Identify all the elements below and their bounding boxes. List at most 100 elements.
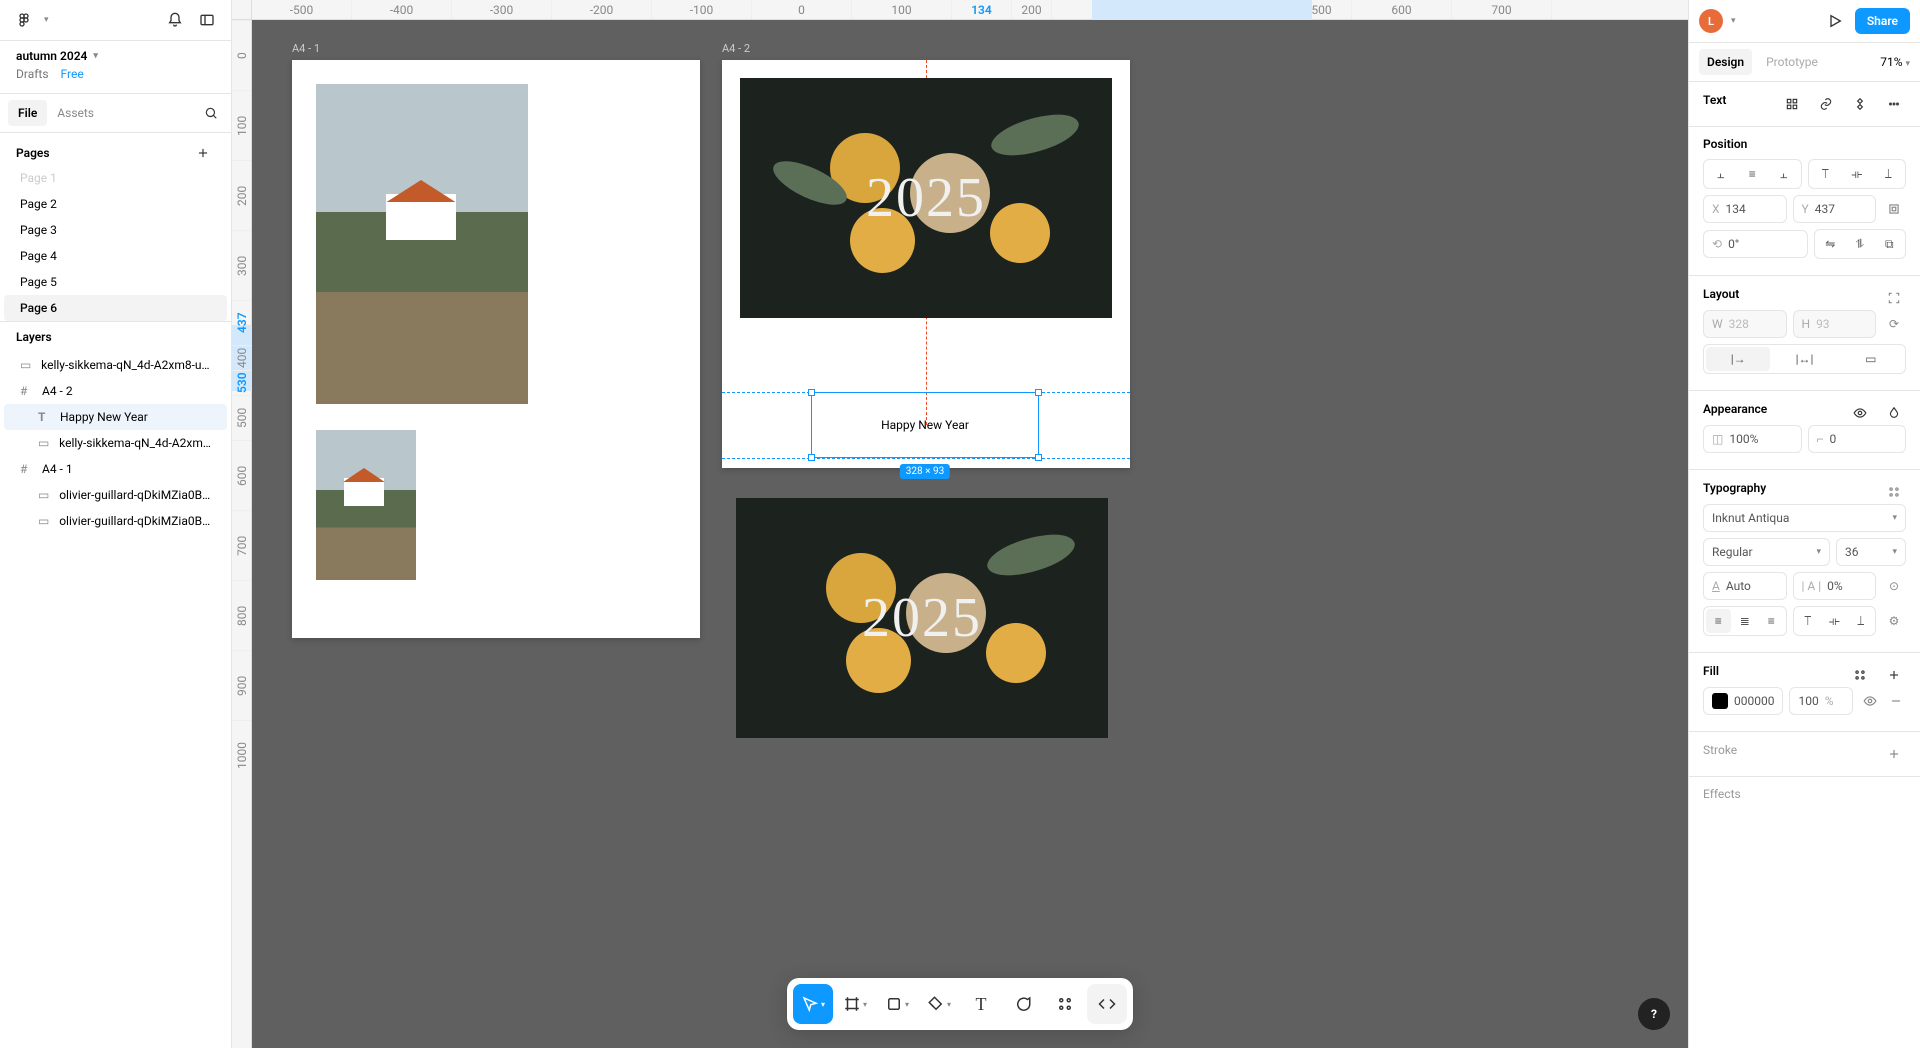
canvas[interactable]: -500 -400 -300 -200 -100 0 100 134 200 3… bbox=[232, 0, 1688, 1048]
layer-frame[interactable]: #A4 - 1 bbox=[4, 456, 227, 482]
align-right-icon[interactable]: ⫠ bbox=[1769, 162, 1799, 186]
mode-design[interactable]: Design bbox=[1699, 49, 1752, 75]
component-icon[interactable] bbox=[1848, 92, 1872, 116]
search-icon[interactable] bbox=[199, 101, 223, 125]
text-align-middle-icon[interactable]: ⟛ bbox=[1822, 609, 1847, 633]
canvas-image[interactable] bbox=[316, 84, 528, 404]
resize-handle[interactable] bbox=[1035, 454, 1042, 461]
text-align-bottom-icon[interactable]: ⟘ bbox=[1849, 609, 1874, 633]
tool-actions[interactable] bbox=[1045, 984, 1085, 1024]
align-top-icon[interactable]: ⟙ bbox=[1811, 162, 1841, 186]
avatar[interactable]: L bbox=[1699, 9, 1723, 33]
project-location[interactable]: Drafts bbox=[16, 67, 49, 81]
align-h-center-icon[interactable]: ≡ bbox=[1738, 162, 1768, 186]
frame-label[interactable]: A4 - 2 bbox=[722, 42, 750, 55]
type-details-icon[interactable]: ⚙ bbox=[1882, 609, 1906, 633]
resize-handle[interactable] bbox=[808, 389, 815, 396]
fill-color-field[interactable]: 000000 bbox=[1703, 687, 1783, 715]
page-item[interactable]: Page 2 bbox=[4, 191, 227, 217]
more-icon[interactable] bbox=[1882, 92, 1906, 116]
snap-grid-icon[interactable] bbox=[1780, 92, 1804, 116]
tool-text[interactable]: T bbox=[961, 984, 1001, 1024]
frame-a4-2[interactable]: A4 - 2 2025 Happy New Year bbox=[722, 60, 1130, 468]
link-dim-icon[interactable]: ⟳ bbox=[1882, 312, 1906, 336]
tool-devmode[interactable] bbox=[1087, 984, 1127, 1024]
type-settings-icon[interactable] bbox=[1882, 480, 1906, 504]
font-family-field[interactable]: Inknut Antiqua▾ bbox=[1703, 504, 1906, 532]
page-item[interactable]: Page 6 bbox=[4, 295, 227, 321]
figma-logo-icon[interactable] bbox=[12, 8, 36, 32]
fixed-width-icon[interactable]: ▭ bbox=[1839, 347, 1903, 371]
selected-text-layer[interactable]: Happy New Year 328 × 93 bbox=[811, 392, 1039, 458]
align-bottom-icon[interactable]: ⟘ bbox=[1874, 162, 1904, 186]
project-name[interactable]: autumn 2024▾ bbox=[16, 49, 215, 63]
tab-assets[interactable]: Assets bbox=[47, 100, 104, 126]
height-field[interactable]: H93 bbox=[1793, 310, 1877, 338]
y-field[interactable]: Y437 bbox=[1793, 195, 1877, 223]
visibility-icon[interactable] bbox=[1848, 401, 1872, 425]
type-more-icon[interactable]: ⊙ bbox=[1882, 574, 1906, 598]
bell-icon[interactable] bbox=[163, 8, 187, 32]
text-align-right-icon[interactable]: ≡ bbox=[1759, 609, 1784, 633]
layer-image[interactable]: ▭olivier-guillard-qDkiMZia0BE-… bbox=[4, 482, 227, 508]
styles-icon[interactable] bbox=[1848, 663, 1872, 687]
canvas-image-2025[interactable]: 2025 bbox=[740, 78, 1112, 318]
line-height-field[interactable]: AAuto bbox=[1703, 572, 1787, 600]
layer-image[interactable]: ▭kelly-sikkema-qN_4d-A2xm8-… bbox=[4, 430, 227, 456]
add-stroke-icon[interactable] bbox=[1882, 742, 1906, 766]
font-size-field[interactable]: 36▾ bbox=[1836, 538, 1906, 566]
tool-move[interactable]: ▾ bbox=[793, 984, 833, 1024]
font-weight-field[interactable]: Regular▾ bbox=[1703, 538, 1830, 566]
layer-frame[interactable]: #A4 - 2 bbox=[4, 378, 227, 404]
tool-comment[interactable] bbox=[1003, 984, 1043, 1024]
help-button[interactable]: ? bbox=[1638, 998, 1670, 1030]
align-left-icon[interactable]: ⫠ bbox=[1706, 162, 1736, 186]
layer-image[interactable]: ▭olivier-guillard-qDkiMZia0BE-… bbox=[4, 508, 227, 534]
page-item[interactable]: Page 3 bbox=[4, 217, 227, 243]
stage[interactable]: A4 - 1 A4 - 2 bbox=[252, 20, 1688, 1048]
resize-handle[interactable] bbox=[1035, 389, 1042, 396]
width-field[interactable]: W328 bbox=[1703, 310, 1787, 338]
frame-a4-1[interactable]: A4 - 1 bbox=[292, 60, 700, 638]
text-align-top-icon[interactable]: ⟙ bbox=[1796, 609, 1821, 633]
project-plan[interactable]: Free bbox=[61, 67, 84, 81]
page-item[interactable]: Page 5 bbox=[4, 269, 227, 295]
fill-width-icon[interactable]: |↔| bbox=[1772, 347, 1836, 371]
layer-image[interactable]: ▭kelly-sikkema-qN_4d-A2xm8-uns… bbox=[4, 352, 227, 378]
radius-field[interactable]: ⌐0 bbox=[1808, 425, 1907, 453]
text-align-center-icon[interactable]: ≣ bbox=[1733, 609, 1758, 633]
tool-frame[interactable]: ▾ bbox=[835, 984, 875, 1024]
flip-h-icon[interactable]: ⇋ bbox=[1817, 232, 1845, 256]
tool-pen[interactable]: ▾ bbox=[919, 984, 959, 1024]
share-button[interactable]: Share bbox=[1855, 8, 1910, 34]
add-fill-icon[interactable] bbox=[1882, 663, 1906, 687]
tab-file[interactable]: File bbox=[8, 100, 47, 126]
add-page-icon[interactable] bbox=[191, 141, 215, 165]
rotation-field[interactable]: ⟲0° bbox=[1703, 230, 1808, 258]
letter-spacing-field[interactable]: | A |0% bbox=[1793, 572, 1877, 600]
fill-visibility-icon[interactable] bbox=[1859, 689, 1879, 713]
canvas-image[interactable] bbox=[316, 430, 416, 580]
align-v-center-icon[interactable]: ⟛ bbox=[1842, 162, 1872, 186]
tool-shape[interactable]: ▾ bbox=[877, 984, 917, 1024]
link-icon[interactable] bbox=[1814, 92, 1838, 116]
play-icon[interactable] bbox=[1823, 9, 1847, 33]
tidy-icon[interactable]: ⧉ bbox=[1876, 232, 1904, 256]
layer-text-selected[interactable]: THappy New Year bbox=[4, 404, 227, 430]
zoom-value[interactable]: 71% ▾ bbox=[1880, 55, 1910, 69]
remove-fill-icon[interactable] bbox=[1886, 689, 1906, 713]
resize-handle[interactable] bbox=[808, 454, 815, 461]
page-item[interactable]: Page 4 bbox=[4, 243, 227, 269]
hug-width-icon[interactable]: |→ bbox=[1706, 347, 1770, 371]
absolute-pos-icon[interactable] bbox=[1882, 197, 1906, 221]
blend-icon[interactable] bbox=[1882, 401, 1906, 425]
page-item[interactable]: Page 1 bbox=[4, 173, 227, 191]
panel-toggle-icon[interactable] bbox=[195, 8, 219, 32]
fill-swatch[interactable] bbox=[1712, 693, 1728, 709]
fill-opacity-field[interactable]: 100% bbox=[1789, 687, 1853, 715]
x-field[interactable]: X134 bbox=[1703, 195, 1787, 223]
frame-label[interactable]: A4 - 1 bbox=[292, 42, 320, 55]
autolayout-icon[interactable] bbox=[1882, 286, 1906, 310]
canvas-image-2025-copy[interactable]: 2025 bbox=[736, 498, 1108, 738]
mode-prototype[interactable]: Prototype bbox=[1758, 49, 1826, 75]
